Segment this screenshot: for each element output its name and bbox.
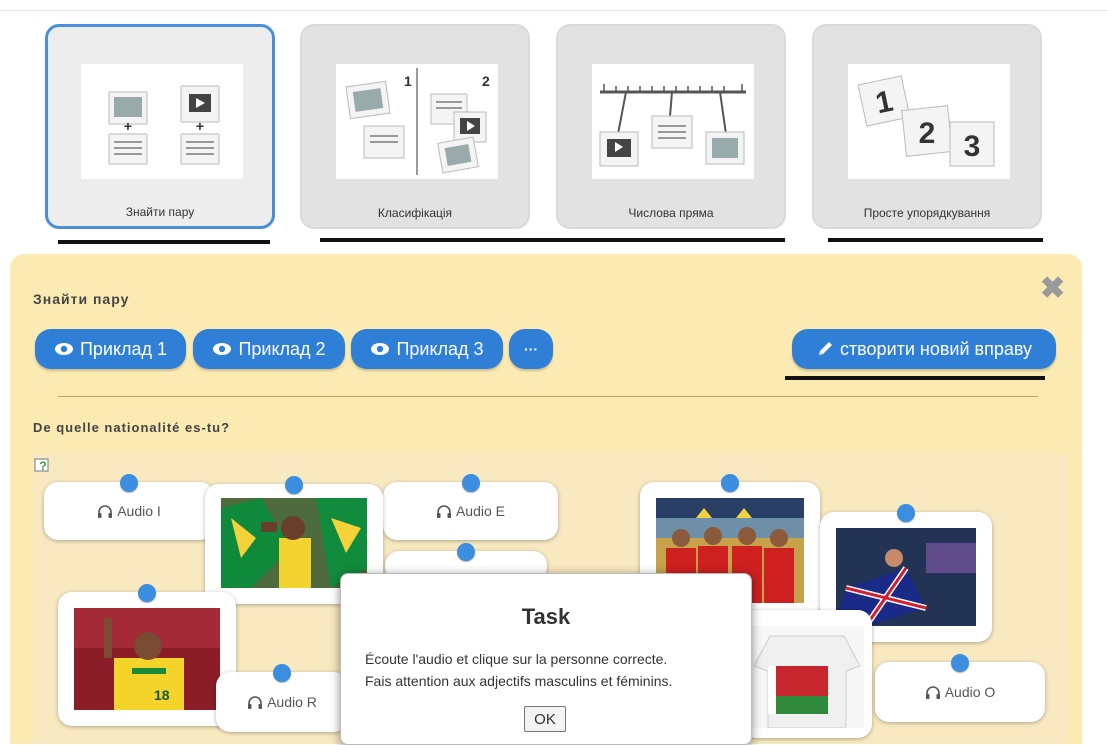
template-simple-ordering[interactable]: 1 2 3 Просте упорядкування — [812, 24, 1042, 229]
more-icon: ··· — [524, 341, 538, 357]
example-label: Приклад 2 — [238, 338, 326, 359]
pin-handle[interactable] — [457, 543, 475, 561]
dialog-title: Task — [521, 604, 571, 629]
template-label: Класифікація — [377, 206, 453, 220]
top-strip — [0, 0, 1107, 11]
example-label: Приклад 1 — [79, 338, 168, 359]
audio-card-o[interactable]: Audio O — [875, 654, 1045, 722]
help-icon[interactable]: ? — [34, 456, 52, 479]
find-pair-icon: + + — [81, 64, 243, 179]
close-icon[interactable]: ✖ — [1040, 274, 1065, 304]
example-3-button[interactable]: Приклад 3 — [351, 329, 503, 369]
create-exercise-button[interactable]: створити новий вправу — [792, 329, 1056, 369]
svg-text:+: + — [196, 118, 204, 134]
svg-text:?: ? — [39, 459, 46, 473]
photo-card-belarus-shirt[interactable] — [742, 610, 872, 738]
create-underline — [785, 376, 1045, 380]
svg-text:1: 1 — [404, 73, 412, 89]
audio-label: Audio O — [944, 684, 996, 700]
template-label: Просте упорядкування — [863, 206, 991, 220]
template-label: Числова пряма — [628, 206, 714, 220]
example-2-button[interactable]: Приклад 2 — [193, 329, 345, 369]
audio-card-r[interactable]: Audio R — [216, 664, 348, 732]
audio-label: Audio R — [267, 694, 317, 710]
more-button[interactable]: ··· — [509, 329, 553, 369]
question-text: De quelle nationalité es-tu? — [33, 420, 231, 435]
eye-icon — [54, 343, 73, 355]
pin-handle[interactable] — [461, 474, 480, 492]
player-photo — [750, 626, 864, 728]
svg-text:3: 3 — [964, 130, 981, 163]
template-classification[interactable]: 1 2 Класифікація — [300, 24, 530, 229]
pin-handle[interactable] — [138, 584, 156, 602]
audio-label: Audio I — [117, 503, 161, 519]
eye-icon — [213, 343, 232, 355]
pin-handle[interactable] — [285, 476, 303, 494]
template-label: Знайти пару — [125, 205, 195, 219]
pencil-icon — [818, 342, 832, 355]
divider — [58, 396, 1038, 397]
number-line-icon — [592, 64, 754, 179]
classification-icon: 1 2 — [336, 64, 498, 179]
pin-handle[interactable] — [951, 654, 969, 672]
audio-card-e[interactable]: Audio E — [383, 474, 558, 540]
template-find-pair[interactable]: + + Знайти пару — [45, 24, 275, 229]
photo-card-brazil-man[interactable]: 18 — [58, 584, 236, 726]
pin-handle[interactable] — [721, 474, 739, 492]
headphones-icon — [248, 695, 263, 709]
simple-ordering-icon: 1 2 3 — [848, 64, 1010, 179]
task-dialog: Task Écoute l'audio et clique sur la per… — [340, 573, 752, 745]
create-label: створити новий вправу — [839, 338, 1033, 359]
eye-icon — [371, 343, 390, 355]
svg-text:2: 2 — [482, 73, 490, 89]
dialog-line: Fais attention aux adjectifs masculins e… — [365, 673, 673, 689]
dialog-line: Écoute l'audio et clique sur la personne… — [365, 651, 668, 667]
pin-handle[interactable] — [120, 474, 138, 492]
svg-text:2: 2 — [919, 117, 936, 150]
template-number-line[interactable]: Числова пряма — [556, 24, 786, 229]
example-label: Приклад 3 — [396, 338, 484, 359]
pin-handle[interactable] — [273, 664, 291, 682]
svg-text:+: + — [124, 118, 132, 134]
tile-underline — [828, 238, 1043, 242]
dialog-text: Écoute l'audio et clique sur la personne… — [365, 648, 735, 692]
ok-button[interactable]: OK — [524, 706, 566, 732]
audio-card-i[interactable]: Audio I — [44, 474, 214, 540]
svg-text:18: 18 — [154, 687, 170, 703]
headphones-icon — [98, 504, 113, 518]
headphones-icon — [436, 504, 451, 518]
headphones-icon — [925, 685, 940, 699]
audio-label: Audio E — [455, 503, 506, 519]
panel-title: Знайти пару — [33, 291, 130, 307]
pin-handle[interactable] — [897, 504, 915, 522]
tile-underline — [320, 238, 785, 242]
player-photo: 18 — [74, 608, 220, 710]
tile-underline — [58, 240, 270, 244]
example-1-button[interactable]: Приклад 1 — [35, 329, 186, 369]
